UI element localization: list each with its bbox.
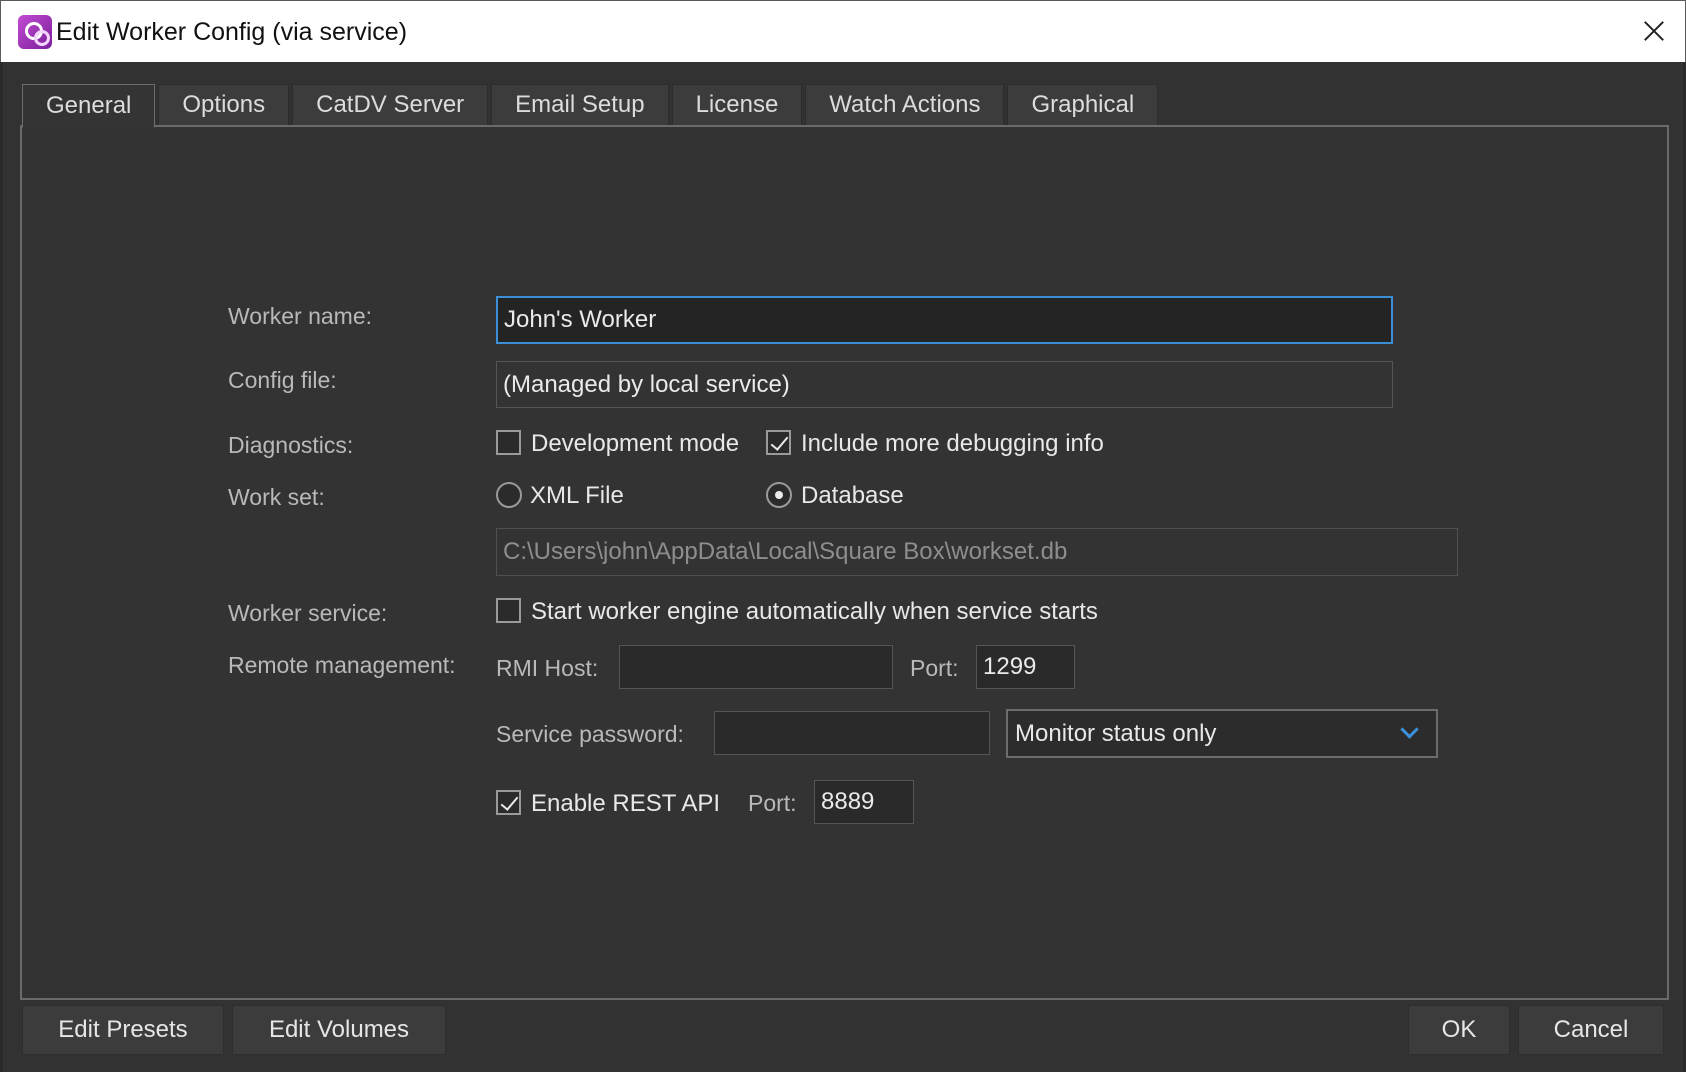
- tab-watch-actions[interactable]: Watch Actions: [805, 84, 1005, 126]
- tab-options[interactable]: Options: [158, 84, 290, 126]
- tab-license[interactable]: License: [671, 84, 803, 126]
- worker-name-label: Worker name:: [228, 303, 373, 329]
- service-password-label: Service password:: [496, 721, 684, 747]
- config-file-field: (Managed by local service): [496, 361, 1393, 408]
- service-password-input[interactable]: [714, 711, 990, 755]
- tab-email-setup[interactable]: Email Setup: [491, 84, 669, 126]
- cancel-button[interactable]: Cancel: [1518, 1005, 1664, 1055]
- window-title: Edit Worker Config (via service): [56, 18, 408, 46]
- tab-catdv-server[interactable]: CatDV Server: [292, 84, 489, 126]
- config-file-label: Config file:: [228, 367, 337, 393]
- debug-info-label: Include more debugging info: [801, 430, 1104, 457]
- rmi-host-label: RMI Host:: [496, 655, 599, 681]
- worker-name-input[interactable]: John's Worker: [496, 296, 1393, 344]
- rest-api-label: Enable REST API: [531, 790, 720, 817]
- remote-management-label: Remote management:: [228, 652, 456, 678]
- workset-path-field[interactable]: C:\Users\john\AppData\Local\Square Box\w…: [496, 528, 1458, 576]
- chevron-down-icon: [1400, 720, 1419, 739]
- access-mode-value: Monitor status only: [1015, 719, 1217, 747]
- edit-presets-button[interactable]: Edit Presets: [22, 1005, 224, 1055]
- tab-bar: General Options CatDV Server Email Setup…: [22, 84, 1161, 128]
- rmi-host-input[interactable]: [619, 645, 893, 689]
- database-label: Database: [801, 482, 904, 509]
- development-mode-label: Development mode: [531, 430, 740, 457]
- auto-start-label: Start worker engine automatically when s…: [531, 598, 1098, 625]
- close-icon[interactable]: [1619, 1, 1685, 61]
- rest-api-checkbox[interactable]: [496, 790, 521, 815]
- diagnostics-label: Diagnostics:: [228, 432, 354, 458]
- title-bar: Edit Worker Config (via service): [0, 0, 1686, 62]
- access-mode-select[interactable]: Monitor status only: [1006, 709, 1438, 758]
- rmi-port-input[interactable]: 1299: [976, 645, 1075, 689]
- xml-file-radio[interactable]: [496, 482, 522, 508]
- edit-volumes-button[interactable]: Edit Volumes: [232, 1005, 446, 1055]
- rest-port-input[interactable]: 8889: [814, 780, 914, 824]
- worker-service-label: Worker service:: [228, 600, 388, 626]
- database-radio[interactable]: [766, 482, 792, 508]
- xml-file-label: XML File: [530, 482, 624, 509]
- work-set-label: Work set:: [228, 484, 325, 510]
- app-icon: [18, 15, 52, 49]
- debug-info-checkbox[interactable]: [766, 430, 791, 455]
- ok-button[interactable]: OK: [1408, 1005, 1510, 1055]
- rmi-port-label: Port:: [910, 655, 959, 681]
- tab-general[interactable]: General: [22, 84, 156, 128]
- rest-port-label: Port:: [748, 790, 797, 816]
- tab-graphical[interactable]: Graphical: [1007, 84, 1159, 126]
- development-mode-checkbox[interactable]: [496, 430, 521, 455]
- auto-start-checkbox[interactable]: [496, 598, 521, 623]
